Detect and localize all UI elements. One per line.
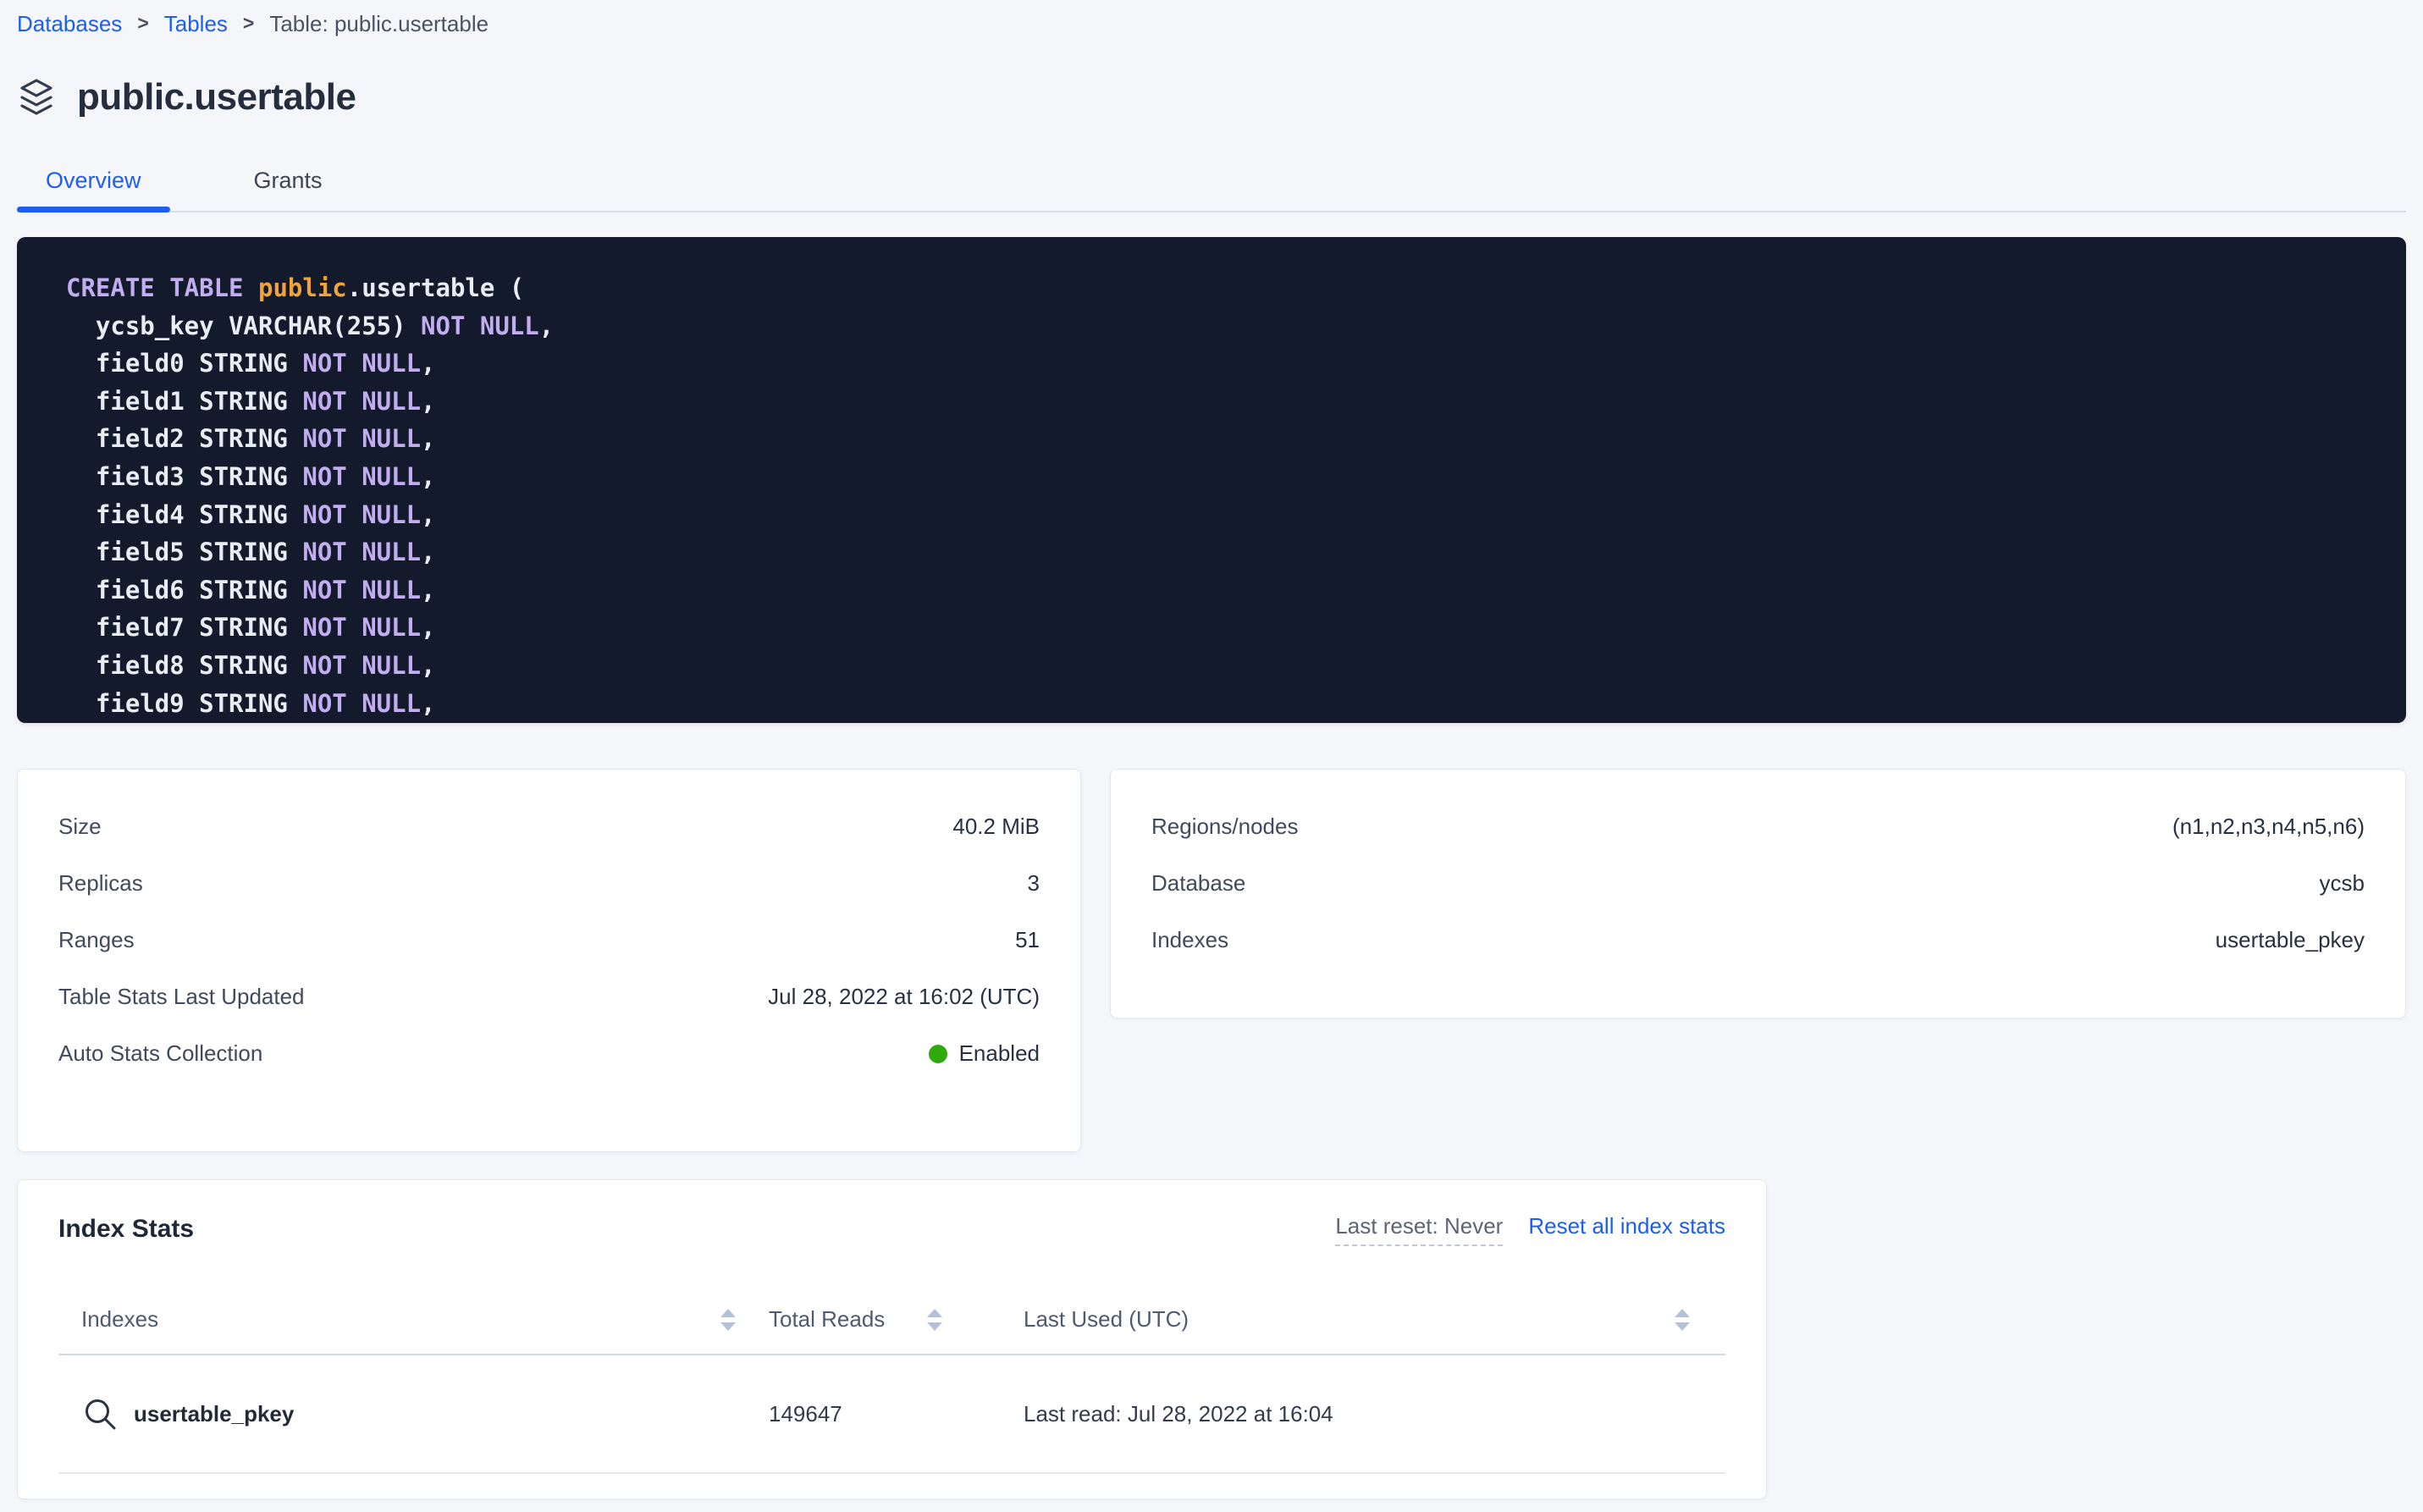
stat-value: (n1,n2,n3,n4,n5,n6) — [2172, 814, 2365, 840]
chevron-right-icon: > — [243, 9, 254, 38]
index-table-header: Indexes Total Reads Last Used (UTC) — [58, 1284, 1725, 1355]
index-stats-reset-area: Last reset: Never Reset all index stats — [1335, 1213, 1725, 1246]
code-line: ycsb_key VARCHAR(255) NOT NULL, — [66, 307, 2372, 345]
breadcrumb: Databases > Tables > Table: public.usert… — [17, 0, 2406, 37]
stat-row: Table Stats Last Updated Jul 28, 2022 at … — [58, 968, 1040, 1025]
index-stats-title: Index Stats — [58, 1215, 194, 1244]
stat-label: Replicas — [58, 870, 143, 897]
column-label: Total Reads — [769, 1306, 885, 1333]
code-line: field3 STRING NOT NULL, — [66, 458, 2372, 496]
stat-label: Ranges — [58, 927, 135, 953]
stat-label: Size — [58, 814, 102, 840]
breadcrumb-link-databases[interactable]: Databases — [17, 10, 122, 37]
stat-row: Ranges 51 — [58, 912, 1040, 968]
last-used-value: Last read: Jul 28, 2022 at 16:04 — [956, 1401, 1725, 1427]
column-label: Last Used (UTC) — [1024, 1306, 1189, 1333]
status-dot-icon — [929, 1045, 947, 1063]
sort-icon[interactable] — [1673, 1306, 1692, 1332]
create-table-sql-box: CREATE TABLE public.usertable ( ycsb_key… — [17, 237, 2406, 723]
code-line: field5 STRING NOT NULL, — [66, 533, 2372, 571]
table-detail-page: Databases > Tables > Table: public.usert… — [0, 0, 2423, 1499]
detail-cards-row: Size 40.2 MiB Replicas 3 Ranges 51 Table Stats… — [17, 769, 2406, 1152]
sql-code: CREATE TABLE public.usertable ( ycsb_key… — [66, 269, 2372, 722]
stat-label: Regions/nodes — [1151, 814, 1298, 840]
total-reads-value: 149647 — [746, 1401, 956, 1427]
page-title: public.usertable — [77, 76, 356, 119]
stat-value: 3 — [1028, 870, 1040, 897]
stat-row: Regions/nodes (n1,n2,n3,n4,n5,n6) — [1151, 798, 2365, 855]
code-line: field9 STRING NOT NULL, — [66, 685, 2372, 723]
code-line: field8 STRING NOT NULL, — [66, 647, 2372, 685]
index-stats-header: Index Stats Last reset: Never Reset all … — [58, 1211, 1725, 1248]
tab-grants[interactable]: Grants — [225, 150, 351, 211]
stat-label: Table Stats Last Updated — [58, 984, 305, 1010]
stat-label: Indexes — [1151, 927, 1228, 953]
reset-index-stats-link[interactable]: Reset all index stats — [1528, 1213, 1725, 1239]
code-line: field2 STRING NOT NULL, — [66, 420, 2372, 458]
stat-value: usertable_pkey — [2216, 927, 2365, 953]
chevron-right-icon: > — [137, 9, 148, 38]
code-line: field0 STRING NOT NULL, — [66, 345, 2372, 383]
column-header-indexes[interactable]: Indexes — [58, 1306, 746, 1333]
tab-bar: Overview Grants — [17, 150, 2406, 212]
index-name: usertable_pkey — [134, 1401, 294, 1427]
stat-value: Jul 28, 2022 at 16:02 (UTC) — [768, 984, 1040, 1010]
stat-value: 40.2 MiB — [952, 814, 1040, 840]
stat-row: Auto Stats Collection Enabled — [58, 1025, 1040, 1082]
stat-row: Replicas 3 — [58, 855, 1040, 912]
index-table-body: usertable_pkey 149647 Last read: Jul 28,… — [58, 1355, 1725, 1474]
table-details-card: Size 40.2 MiB Replicas 3 Ranges 51 Table Stats… — [17, 769, 1081, 1152]
stat-value: Enabled — [929, 1040, 1040, 1067]
stat-row: Size 40.2 MiB — [58, 798, 1040, 855]
sort-icon — [925, 1306, 944, 1332]
column-label: Indexes — [81, 1306, 158, 1333]
breadcrumb-current: Table: public.usertable — [269, 10, 488, 37]
stat-label: Database — [1151, 870, 1245, 897]
stat-label: Auto Stats Collection — [58, 1040, 262, 1067]
stat-value: ycsb — [2320, 870, 2365, 897]
column-header-total-reads[interactable]: Total Reads — [746, 1306, 956, 1333]
index-stats-card: Index Stats Last reset: Never Reset all … — [17, 1179, 1767, 1499]
code-line: field7 STRING NOT NULL, — [66, 609, 2372, 647]
table-row: usertable_pkey 149647 Last read: Jul 28,… — [58, 1355, 1725, 1474]
sort-icon — [719, 1306, 737, 1332]
index-name-cell[interactable]: usertable_pkey — [58, 1395, 746, 1432]
stat-row: Database ycsb — [1151, 855, 2365, 912]
code-line: field6 STRING NOT NULL, — [66, 571, 2372, 610]
magnifier-icon — [81, 1395, 119, 1432]
column-header-last-used[interactable]: Last Used (UTC) — [956, 1306, 1725, 1333]
last-reset-label: Last reset: Never — [1335, 1213, 1503, 1246]
breadcrumb-link-tables[interactable]: Tables — [164, 10, 228, 37]
table-stack-icon — [17, 77, 56, 118]
code-line: field1 STRING NOT NULL, — [66, 383, 2372, 421]
tab-overview[interactable]: Overview — [17, 150, 170, 211]
code-line: CREATE TABLE public.usertable ( — [66, 269, 2372, 307]
page-title-row: public.usertable — [17, 77, 2406, 118]
table-meta-card: Regions/nodes (n1,n2,n3,n4,n5,n6) Database… — [1110, 769, 2406, 1018]
code-line: field4 STRING NOT NULL, — [66, 496, 2372, 534]
stat-value: 51 — [1015, 927, 1040, 953]
stat-row: Indexes usertable_pkey — [1151, 912, 2365, 968]
